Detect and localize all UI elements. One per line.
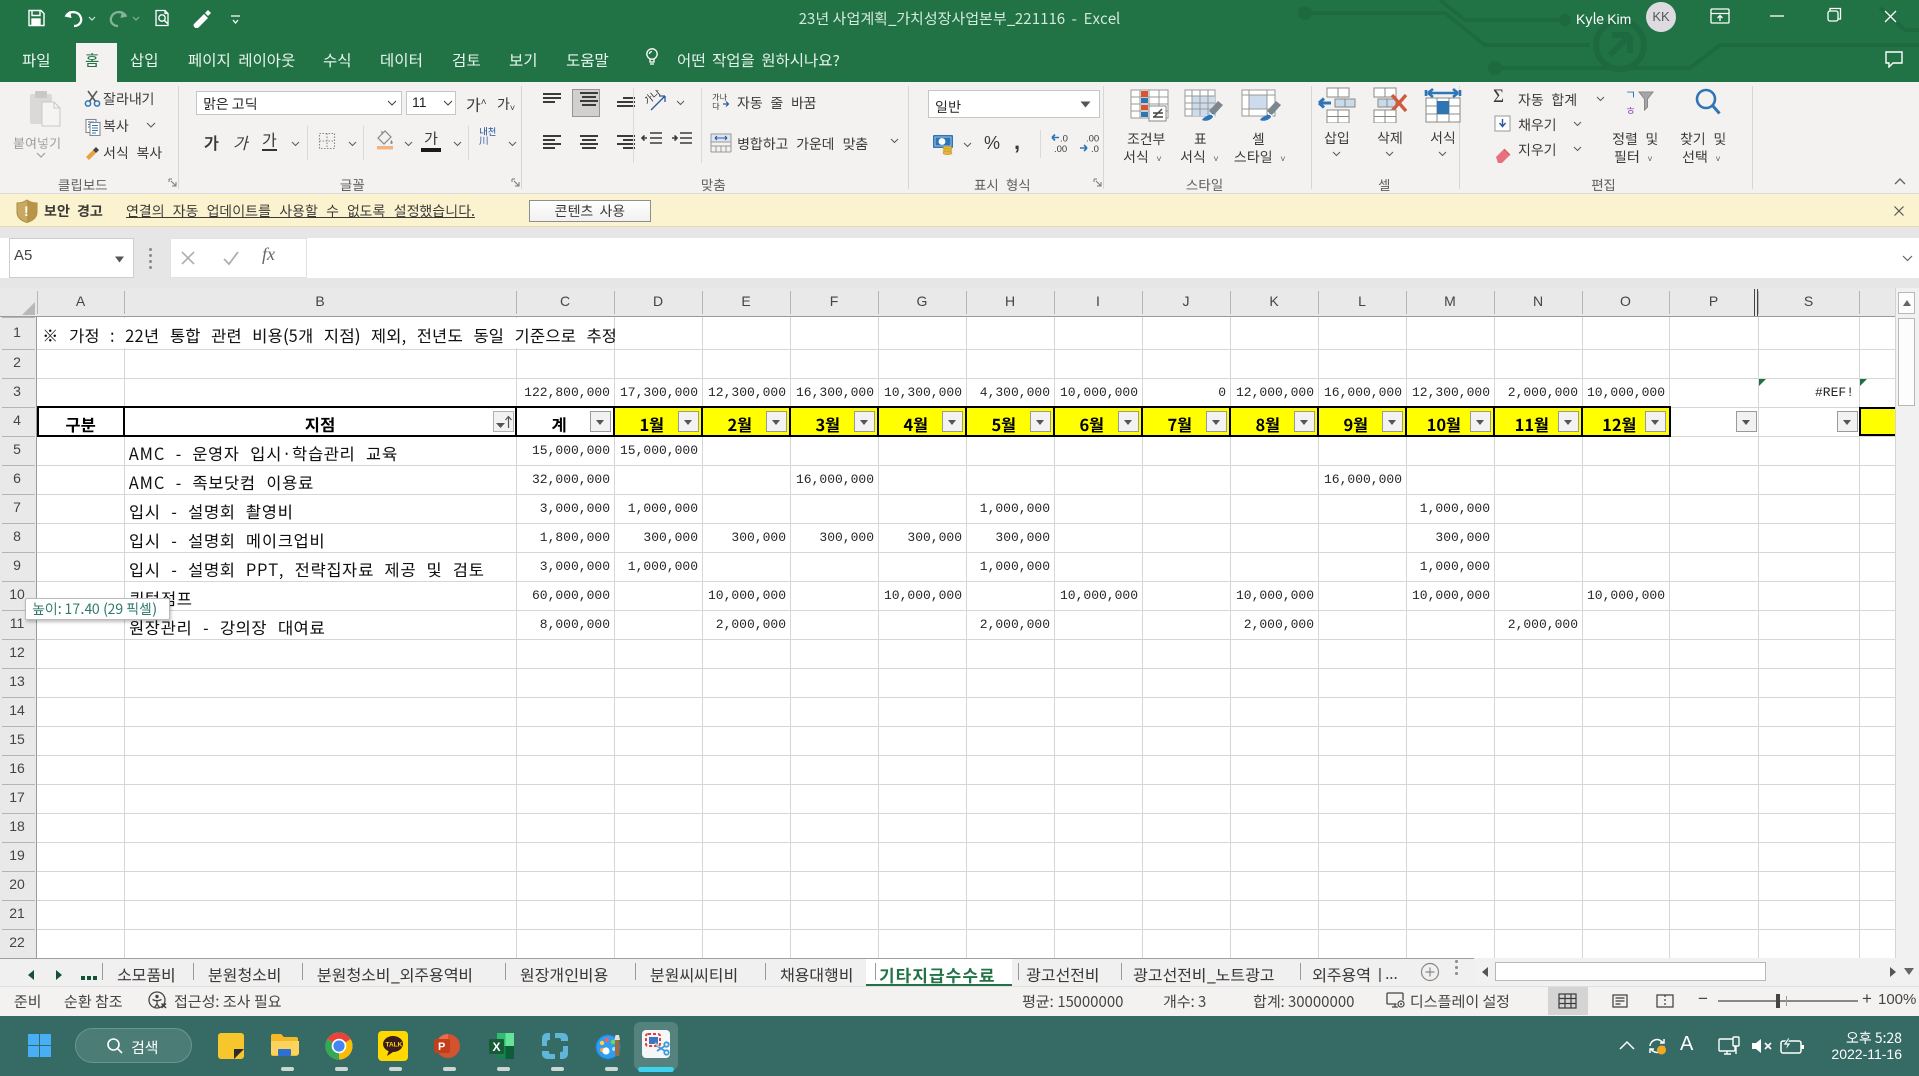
svg-text:가나: 가나 bbox=[645, 90, 664, 108]
svg-text:X: X bbox=[493, 1040, 501, 1054]
svg-text:.00: .00 bbox=[1054, 144, 1067, 153]
svg-text:ㄱ: ㄱ bbox=[1625, 88, 1636, 103]
svg-text:!: ! bbox=[24, 203, 29, 219]
svg-text:ㅎ: ㅎ bbox=[1625, 102, 1636, 118]
svg-text:.0: .0 bbox=[1091, 144, 1099, 153]
svg-text:.00: .00 bbox=[1086, 134, 1099, 145]
svg-text:다: 다 bbox=[712, 101, 720, 110]
svg-text:TALK: TALK bbox=[386, 1042, 403, 1049]
svg-text:P: P bbox=[438, 1041, 445, 1053]
svg-text:.0: .0 bbox=[1060, 134, 1068, 145]
